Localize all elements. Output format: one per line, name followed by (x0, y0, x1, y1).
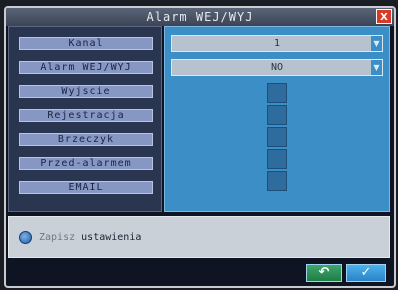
hint-bar: Zapisz ustawienia (8, 216, 390, 258)
menu-item-wyjscie: Wyjscie (19, 85, 153, 98)
menu-item-kanal: Kanal (19, 37, 153, 50)
rejestracja-checkbox[interactable] (267, 105, 287, 125)
chevron-down-icon[interactable]: ▼ (371, 60, 382, 75)
menu-item-alarm: Alarm WEJ/WYJ (19, 61, 153, 74)
back-button[interactable]: ↶ (306, 264, 342, 282)
settings-value-panel: 1 ▼ NO ▼ (164, 26, 390, 212)
przed-alarmem-checkbox[interactable] (267, 149, 287, 169)
hint-prefix: Zapisz (39, 232, 76, 243)
dialog-titlebar: Alarm WEJ/WYJ (6, 8, 394, 26)
hint-message: ustawienia (81, 232, 142, 243)
menu-item-email: EMAIL (19, 181, 153, 194)
alarm-select-value: NO (270, 62, 284, 73)
menu-item-rejestracja: Rejestracja (19, 109, 153, 122)
dialog-title: Alarm WEJ/WYJ (146, 10, 254, 24)
alarm-select[interactable]: NO ▼ (171, 59, 383, 76)
chevron-down-icon[interactable]: ▼ (371, 36, 382, 51)
settings-label-panel: Kanal Alarm WEJ/WYJ Wyjscie Rejestracja … (8, 26, 162, 212)
email-checkbox[interactable] (267, 171, 287, 191)
close-button[interactable]: X (376, 9, 392, 24)
info-icon (19, 231, 32, 244)
kanal-select-value: 1 (273, 38, 281, 49)
kanal-select[interactable]: 1 ▼ (171, 35, 383, 52)
hint-text: Zapisz ustawienia (39, 231, 141, 244)
menu-item-brzeczyk: Brzeczyk (19, 133, 153, 146)
brzeczyk-checkbox[interactable] (267, 127, 287, 147)
wyjscie-checkbox[interactable] (267, 83, 287, 103)
menu-item-przed-alarmem: Przed-alarmem (19, 157, 153, 170)
checkmark-icon: ✓ (360, 265, 372, 280)
back-arrow-icon: ↶ (318, 265, 330, 280)
ok-button[interactable]: ✓ (346, 264, 386, 282)
